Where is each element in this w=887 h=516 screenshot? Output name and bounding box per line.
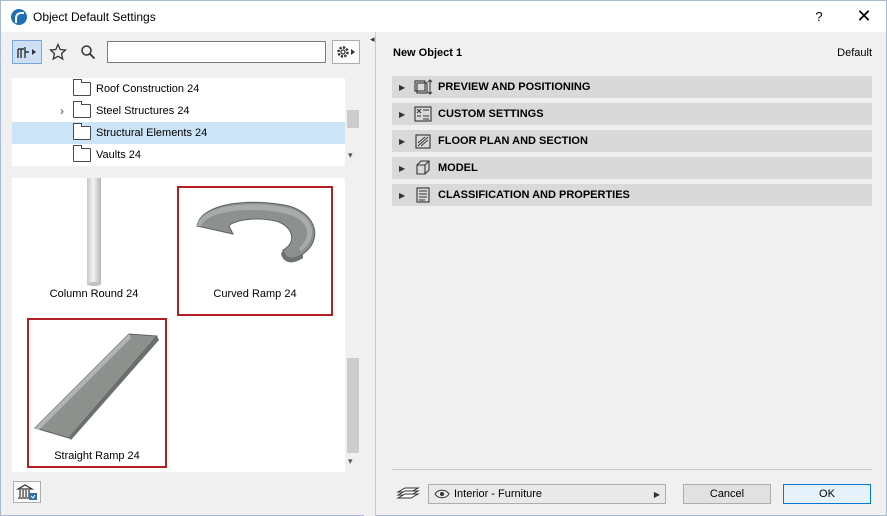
tree-item-steel-structures[interactable]: › Steel Structures 24 xyxy=(12,100,345,122)
bottom-divider xyxy=(392,469,872,470)
curved-ramp-thumbnail xyxy=(196,201,316,263)
panel-label: CLASSIFICATION AND PROPERTIES xyxy=(438,189,630,201)
ok-button[interactable]: OK xyxy=(783,484,871,504)
library-view-button[interactable] xyxy=(12,40,42,64)
folder-icon xyxy=(73,145,91,162)
preview-icon xyxy=(414,79,433,95)
chevron-down-icon[interactable]: ▾ xyxy=(348,456,353,467)
expand-triangle-icon[interactable]: ▶ xyxy=(399,83,405,92)
expand-triangle-icon[interactable]: ▶ xyxy=(399,137,405,146)
settings-pane: New Object 1 Default ▶ PREVIEW AND POSIT… xyxy=(377,32,887,516)
star-icon xyxy=(49,43,67,61)
folder-icon xyxy=(73,79,91,96)
straight-ramp-thumbnail xyxy=(34,333,159,440)
gear-icon xyxy=(337,46,355,58)
expand-triangle-icon[interactable]: ▶ xyxy=(399,191,405,200)
panel-classification-and-properties[interactable]: ▶ CLASSIFICATION AND PROPERTIES xyxy=(392,184,872,206)
folder-tree: Roof Construction 24 › Steel Structures … xyxy=(12,78,361,166)
tree-item-label: Steel Structures 24 xyxy=(96,105,190,117)
panel-floor-plan-and-section[interactable]: ▶ FLOOR PLAN AND SECTION xyxy=(392,130,872,152)
chevron-down-icon[interactable]: ▾ xyxy=(348,150,353,161)
custom-settings-icon xyxy=(414,106,432,122)
layer-dropdown[interactable]: Interior - Furniture ▶ xyxy=(428,484,666,504)
gallery-scroll-thumb[interactable] xyxy=(347,358,359,453)
panel-label: FLOOR PLAN AND SECTION xyxy=(438,135,588,147)
panel-label: CUSTOM SETTINGS xyxy=(438,108,544,120)
favorites-button[interactable] xyxy=(46,40,70,64)
tree-item-structural-elements[interactable]: Structural Elements 24 xyxy=(12,122,345,144)
eye-icon xyxy=(434,489,450,499)
default-label: Default xyxy=(837,47,872,59)
library-manager-button[interactable] xyxy=(13,481,41,503)
layer-value: Interior - Furniture xyxy=(454,488,543,500)
folder-icon xyxy=(73,101,91,118)
search-input[interactable] xyxy=(107,41,326,63)
panel-preview-and-positioning[interactable]: ▶ PREVIEW AND POSITIONING xyxy=(392,76,872,98)
pane-splitter[interactable]: ◂ xyxy=(364,32,376,516)
chevron-right-icon[interactable]: › xyxy=(60,104,64,118)
model-cube-icon xyxy=(416,160,430,175)
expand-triangle-icon[interactable]: ▶ xyxy=(399,110,405,119)
gallery-item-label: Curved Ramp 24 xyxy=(213,288,297,300)
column-round-thumbnail xyxy=(87,178,101,286)
floor-plan-icon xyxy=(415,134,431,149)
panel-label: MODEL xyxy=(438,162,478,174)
gallery-scrollbar[interactable]: ▾ xyxy=(345,178,361,472)
object-name: New Object 1 xyxy=(393,47,463,59)
dialog-body: Roof Construction 24 › Steel Structures … xyxy=(0,32,887,516)
panel-label: PREVIEW AND POSITIONING xyxy=(438,81,591,93)
search-icon xyxy=(81,45,96,60)
gallery-item-curved-ramp[interactable]: Curved Ramp 24 xyxy=(177,186,333,316)
close-button[interactable]: ✕ xyxy=(846,5,882,29)
library-objects-icon xyxy=(17,47,36,58)
expand-triangle-icon[interactable]: ▶ xyxy=(399,164,405,173)
library-building-icon xyxy=(16,484,37,500)
classification-icon xyxy=(416,187,430,203)
layers-icon xyxy=(396,487,420,499)
tree-scrollbar[interactable]: ▾ xyxy=(345,78,361,166)
gallery-item-label: Column Round 24 xyxy=(49,288,139,300)
gallery-item-straight-ramp[interactable]: Straight Ramp 24 xyxy=(27,318,167,468)
tree-item-label: Structural Elements 24 xyxy=(96,127,208,139)
tree-item-roof-construction[interactable]: Roof Construction 24 xyxy=(12,78,345,100)
collapse-left-icon[interactable]: ◂ xyxy=(370,34,375,45)
tree-item-vaults[interactable]: Vaults 24 xyxy=(12,144,345,166)
library-pane: Roof Construction 24 › Steel Structures … xyxy=(1,32,363,516)
tree-item-label: Roof Construction 24 xyxy=(96,83,200,95)
gallery-item-label: Straight Ramp 24 xyxy=(54,450,140,462)
gallery-item-column-round[interactable]: Column Round 24 xyxy=(16,178,172,308)
tree-scroll-thumb[interactable] xyxy=(347,110,359,128)
help-button[interactable]: ? xyxy=(801,5,837,29)
object-gallery: Column Round 24 Curved Ramp 24 Straight … xyxy=(12,178,361,472)
search-button[interactable] xyxy=(76,40,100,64)
folder-icon xyxy=(73,123,91,140)
archicad-logo-icon xyxy=(11,9,27,25)
chevron-right-icon: ▶ xyxy=(653,489,660,499)
tree-item-label: Vaults 24 xyxy=(96,149,142,161)
panel-model[interactable]: ▶ MODEL xyxy=(392,157,872,179)
panel-custom-settings[interactable]: ▶ CUSTOM SETTINGS xyxy=(392,103,872,125)
title-bar: Object Default Settings ? ✕ xyxy=(0,0,887,32)
window-title: Object Default Settings xyxy=(33,10,156,24)
cancel-button[interactable]: Cancel xyxy=(683,484,771,504)
library-settings-button[interactable] xyxy=(332,40,360,64)
